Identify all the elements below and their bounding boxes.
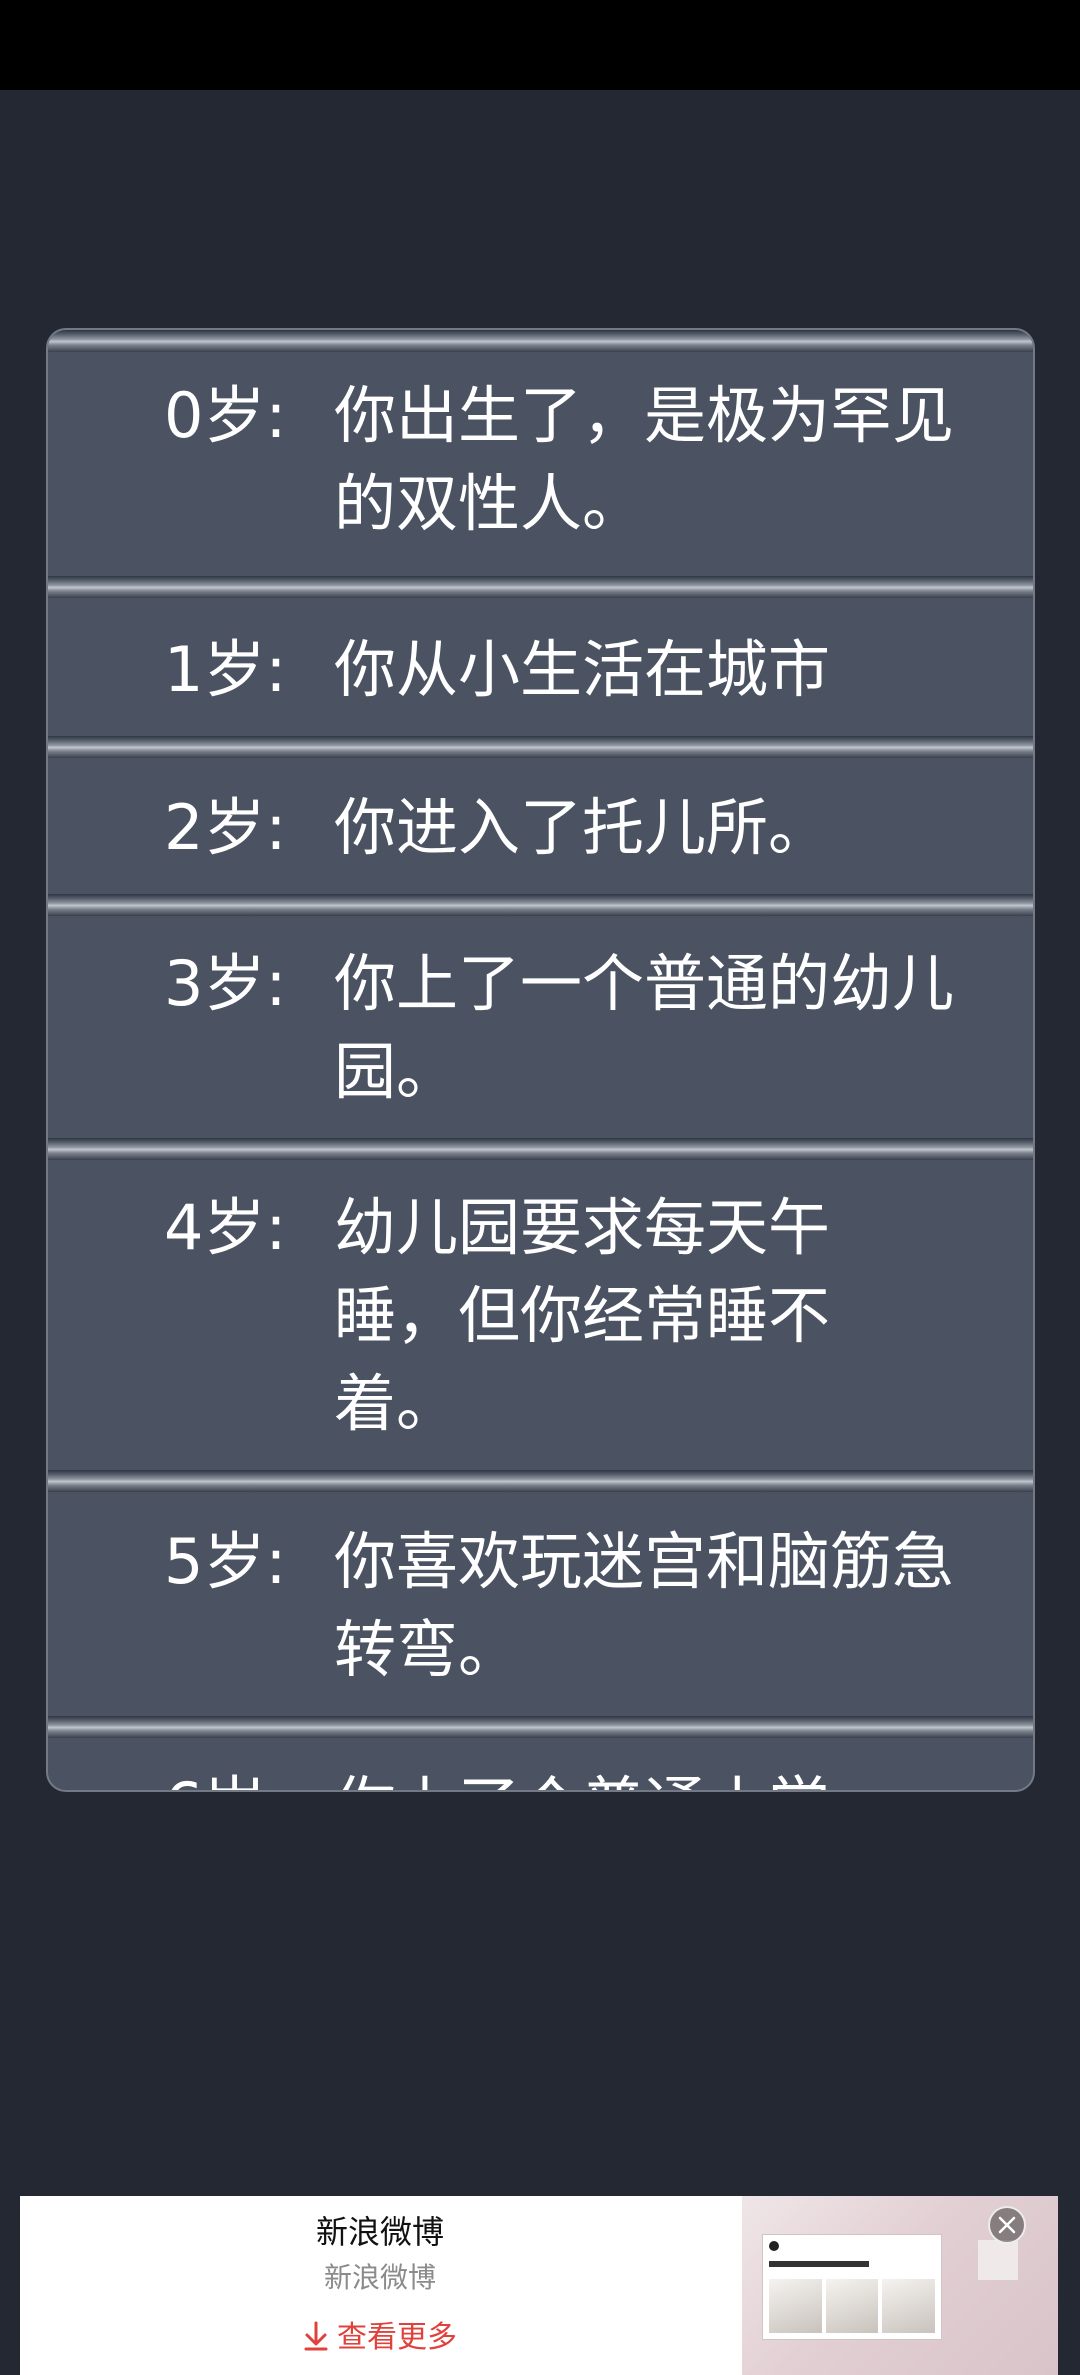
view-more-button[interactable]: 查看更多 [20,2316,740,2364]
avatar [769,2241,779,2251]
age-label: 6岁: [164,1762,294,1790]
age-label: 0岁: [164,379,287,452]
event-text: 你上了个普通小学 [334,1762,954,1790]
divider [48,1470,1033,1492]
event-text: 你出生了，是极为罕见的双性人。 [334,379,955,540]
age-label: 5岁: [164,1525,287,1598]
divider [48,894,1033,916]
timeline-entry-age-6: 6岁: 你上了个普通小学 [48,1752,1033,1790]
ad-close-button[interactable] [988,2206,1026,2244]
ad-text-block[interactable]: 新浪微博 新浪微博 查看更多 [20,2196,740,2375]
age-label: 3岁: [164,947,287,1020]
divider [48,330,1033,352]
view-more-label: 查看更多 [337,2320,457,2355]
event-text: 你进入了托儿所。 [334,791,831,864]
divider [48,736,1033,758]
post-text-line [769,2261,869,2267]
status-bar [0,0,1080,90]
divider [48,1716,1033,1738]
age-label: 2岁: [164,791,287,864]
event-text: 你上了一个普通的幼儿园。 [334,947,955,1108]
divider [48,576,1033,598]
age-label: 4岁: [164,1191,287,1264]
post-images [769,2279,936,2333]
ad-banner[interactable]: 新浪微博 新浪微博 查看更多 [20,2196,1058,2375]
download-icon [303,2320,329,2364]
sticker-image [978,2240,1018,2280]
ad-subtitle: 新浪微博 [323,2261,436,2294]
event-text: 幼儿园要求每天午睡，但你经常睡不着。 [334,1191,831,1440]
ad-title: 新浪微博 [315,2213,444,2251]
event-text: 你从小生活在城市 [334,633,831,706]
life-timeline-panel[interactable]: 0岁: 你出生了，是极为罕见的双性人。 1岁: 你从小生活在城市 2岁: 你进入… [46,328,1035,1792]
event-text: 你喜欢玩迷宫和脑筋急转弯。 [334,1525,955,1686]
ad-thumbnail [762,2234,942,2340]
age-label: 1岁: [164,633,287,706]
divider [48,1138,1033,1160]
